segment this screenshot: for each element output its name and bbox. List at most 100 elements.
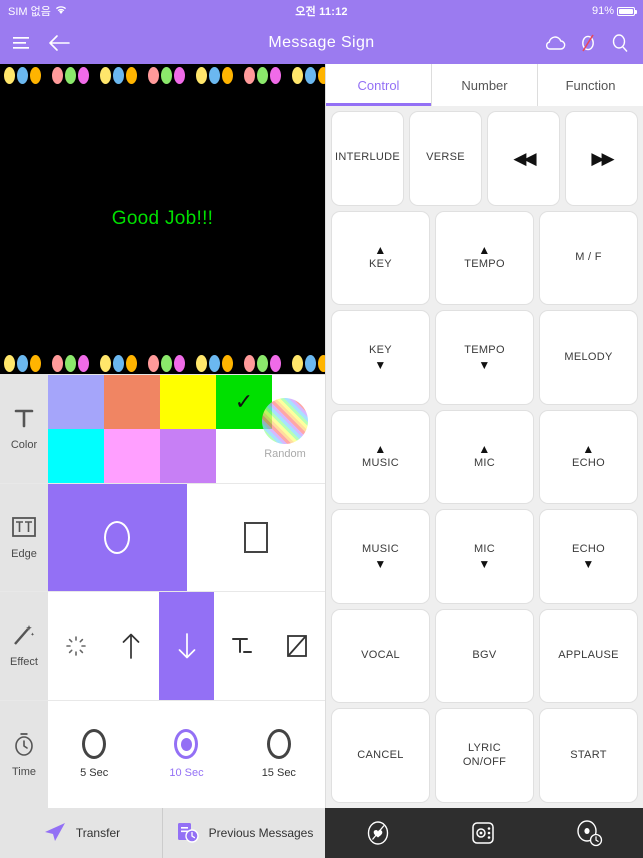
- scroll-up-effect-icon: [122, 633, 140, 659]
- cancel-button[interactable]: CANCEL: [331, 708, 430, 804]
- recent-disc-icon[interactable]: [573, 817, 605, 849]
- mic-down-button[interactable]: MIC ▼: [435, 509, 534, 604]
- bgv-button[interactable]: BGV: [435, 608, 534, 704]
- back-arrow-icon[interactable]: [48, 34, 70, 52]
- start-button[interactable]: START: [539, 708, 638, 804]
- rewind-button[interactable]: ◀◀: [487, 111, 560, 206]
- scroll-down-effect-icon: [178, 632, 195, 659]
- color-row-label[interactable]: Color: [0, 375, 48, 483]
- header-left-actions: [12, 34, 70, 52]
- button-label: M / F: [575, 250, 602, 263]
- scroll-up-effect-option[interactable]: [103, 592, 158, 700]
- led-dot: [65, 354, 76, 372]
- oval-edge-icon: [104, 520, 131, 554]
- button-label: ◀◀: [513, 148, 536, 168]
- led-dot: [305, 66, 316, 84]
- button-row: KEY ▼ TEMPO ▼ MELODY: [331, 310, 638, 405]
- fastforward-button[interactable]: ▶▶: [565, 111, 638, 206]
- tab-control[interactable]: Control: [326, 64, 432, 106]
- cloud-icon[interactable]: [543, 33, 567, 53]
- tempo-down-button[interactable]: TEMPO ▼: [435, 310, 534, 405]
- color-swatch[interactable]: [104, 375, 160, 429]
- led-dot: [209, 66, 220, 84]
- led-dot: [196, 354, 207, 372]
- time-row-label[interactable]: Time: [0, 700, 48, 808]
- led-dot: [196, 66, 207, 84]
- panel-tabs: Control Number Function: [326, 64, 643, 106]
- rect-edge-option[interactable]: [187, 484, 326, 592]
- tab-function[interactable]: Function: [538, 64, 643, 106]
- time-option[interactable]: 5 Sec: [48, 729, 140, 779]
- battery-percent-label: 91%: [591, 5, 614, 17]
- color-swatch[interactable]: [160, 428, 216, 483]
- status-left: SIM 없음: [8, 3, 295, 19]
- button-label: LYRIC ON/OFF: [462, 742, 507, 768]
- time-option[interactable]: 10 Sec: [140, 729, 232, 779]
- sparkle-effect-option[interactable]: [48, 592, 103, 700]
- melody-button[interactable]: MELODY: [539, 310, 638, 405]
- echo-up-button[interactable]: ▲ ECHO: [539, 409, 638, 505]
- led-dot: [222, 66, 233, 84]
- led-dot: [318, 354, 325, 372]
- bottom-right-actions: [325, 808, 643, 858]
- time-option[interactable]: 15 Sec: [233, 729, 325, 779]
- key-down-button[interactable]: KEY ▼: [331, 310, 430, 405]
- search-icon[interactable]: [609, 32, 631, 54]
- display-screen[interactable]: Good Job!!!: [0, 86, 325, 352]
- button-label: INTERLUDE: [334, 151, 401, 164]
- transfer-button[interactable]: Transfer: [0, 808, 163, 858]
- oval-edge-option[interactable]: [48, 483, 187, 591]
- button-label: CANCEL: [357, 748, 404, 761]
- music-up-button[interactable]: ▲ MUSIC: [331, 409, 430, 505]
- scroll-down-effect-option[interactable]: [158, 592, 215, 700]
- led-dot: [4, 66, 15, 84]
- time-option-label: 15 Sec: [261, 767, 296, 780]
- led-dot: [270, 354, 281, 372]
- circle-slash-icon[interactable]: [577, 32, 599, 54]
- echo-down-button[interactable]: ECHO ▼: [539, 509, 638, 604]
- favorite-heart-icon[interactable]: [363, 817, 393, 849]
- vocal-button[interactable]: VOCAL: [331, 608, 430, 704]
- button-label: VOCAL: [361, 649, 400, 662]
- led-dot: [270, 66, 281, 84]
- random-color-option[interactable]: Random: [253, 375, 317, 483]
- previous-messages-button[interactable]: Previous Messages: [163, 808, 325, 858]
- led-dot: [65, 66, 76, 84]
- effect-row-label[interactable]: Effect: [0, 592, 48, 700]
- hamburger-menu-icon[interactable]: [12, 35, 32, 51]
- color-swatch[interactable]: [160, 375, 216, 429]
- verse-button[interactable]: VERSE: [409, 111, 482, 206]
- color-swatch[interactable]: [48, 375, 104, 429]
- interlude-button[interactable]: INTERLUDE: [331, 111, 404, 206]
- male-female-button[interactable]: M / F: [539, 210, 638, 306]
- color-swatch[interactable]: [48, 428, 104, 483]
- color-swatch[interactable]: [104, 428, 160, 483]
- slash-box-effect-option[interactable]: [270, 592, 325, 700]
- mic-up-button[interactable]: ▲ MIC: [435, 409, 534, 505]
- led-dot: [100, 66, 111, 84]
- button-label: START: [570, 748, 607, 761]
- led-dot: [244, 354, 255, 372]
- edge-row-label[interactable]: Edge: [0, 483, 48, 591]
- led-dot: [292, 354, 303, 372]
- up-triangle-icon: ▲: [478, 242, 491, 257]
- music-down-button[interactable]: MUSIC ▼: [331, 509, 430, 604]
- tab-number[interactable]: Number: [432, 64, 538, 106]
- lyric-onoff-button[interactable]: LYRIC ON/OFF: [435, 708, 534, 804]
- up-triangle-icon: ▲: [478, 442, 491, 457]
- time-row-label-text: Time: [11, 765, 37, 778]
- text-underline-effect-option[interactable]: [214, 592, 269, 700]
- led-dot: [305, 354, 316, 372]
- tempo-up-button[interactable]: ▲ TEMPO: [435, 210, 534, 306]
- led-dot: [30, 66, 41, 84]
- button-row: ▲ KEY ▲ TEMPO M / F: [331, 210, 638, 306]
- led-dot: [52, 354, 63, 372]
- button-label: KEY: [369, 343, 392, 356]
- led-dot: [17, 66, 28, 84]
- button-label: MIC: [473, 457, 496, 470]
- edge-row-label-text: Edge: [11, 547, 37, 560]
- remote-control-icon[interactable]: [468, 818, 498, 848]
- key-up-button[interactable]: ▲ KEY: [331, 210, 430, 306]
- led-dot: [318, 66, 325, 84]
- applause-button[interactable]: APPLAUSE: [539, 608, 638, 704]
